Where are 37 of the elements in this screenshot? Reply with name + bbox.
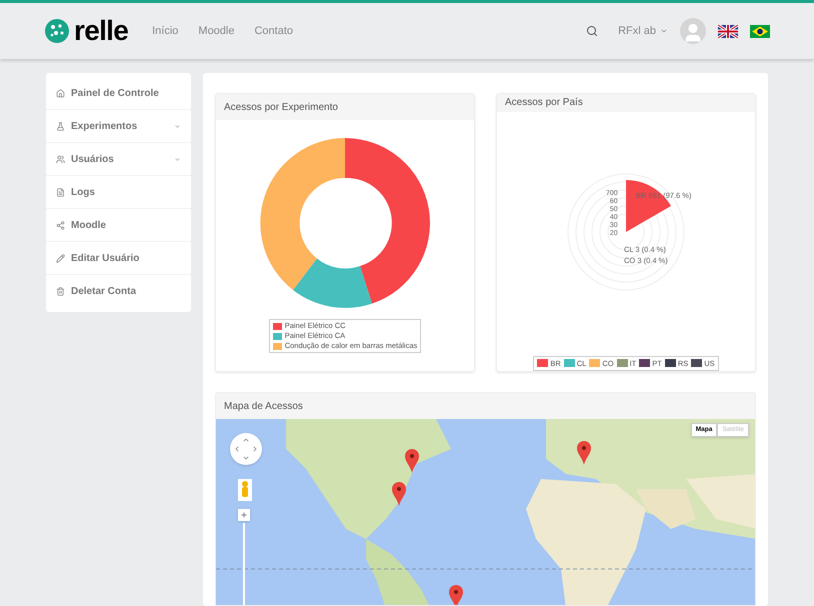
brazil-flag-icon[interactable] — [750, 24, 770, 38]
home-icon — [56, 88, 65, 98]
pan-up-icon[interactable] — [242, 436, 250, 444]
logo-text[interactable]: relle — [74, 17, 128, 45]
pan-down-icon[interactable] — [242, 454, 250, 462]
sidebar-item[interactable]: Deletar Conta — [46, 275, 191, 308]
pan-left-icon[interactable] — [233, 445, 241, 453]
logo-icon — [44, 18, 70, 44]
map-marker-icon[interactable] — [392, 482, 406, 506]
map-marker-icon[interactable] — [405, 449, 419, 473]
nav-link[interactable]: Contato — [254, 22, 294, 40]
document-icon — [56, 188, 65, 196]
users-icon — [56, 154, 65, 164]
zoom-in-button[interactable] — [238, 509, 250, 521]
sidebar-item[interactable]: Editar Usuário — [46, 242, 191, 275]
card-title: Acessos por País — [505, 96, 583, 110]
pan-right-icon[interactable] — [251, 445, 259, 453]
map-marker-icon[interactable] — [449, 585, 463, 605]
user-menu[interactable]: RFxl ab — [618, 22, 668, 40]
sidebar-item[interactable]: Usuários — [46, 143, 191, 176]
map-marker-icon[interactable] — [577, 441, 591, 465]
sidebar-item[interactable]: Experimentos — [46, 110, 191, 143]
uk-flag-icon[interactable] — [718, 24, 738, 38]
nav-link[interactable]: Início — [152, 22, 178, 40]
sidebar-item[interactable]: Moodle — [46, 209, 191, 242]
caret-icon — [660, 27, 668, 35]
plus-icon — [240, 511, 248, 519]
sidebar-item[interactable]: Logs — [46, 176, 191, 209]
pencil-icon — [56, 254, 65, 262]
card-title: Mapa de Acessos — [224, 400, 303, 414]
share-icon — [56, 220, 65, 230]
nav-link[interactable]: Moodle — [198, 22, 234, 40]
sidebar-item[interactable]: Painel de Controle — [46, 77, 191, 110]
trash-icon — [56, 287, 65, 296]
flask-icon — [56, 122, 65, 130]
card-title: Acessos por Experimento — [224, 100, 338, 114]
search-icon[interactable] — [586, 25, 598, 37]
